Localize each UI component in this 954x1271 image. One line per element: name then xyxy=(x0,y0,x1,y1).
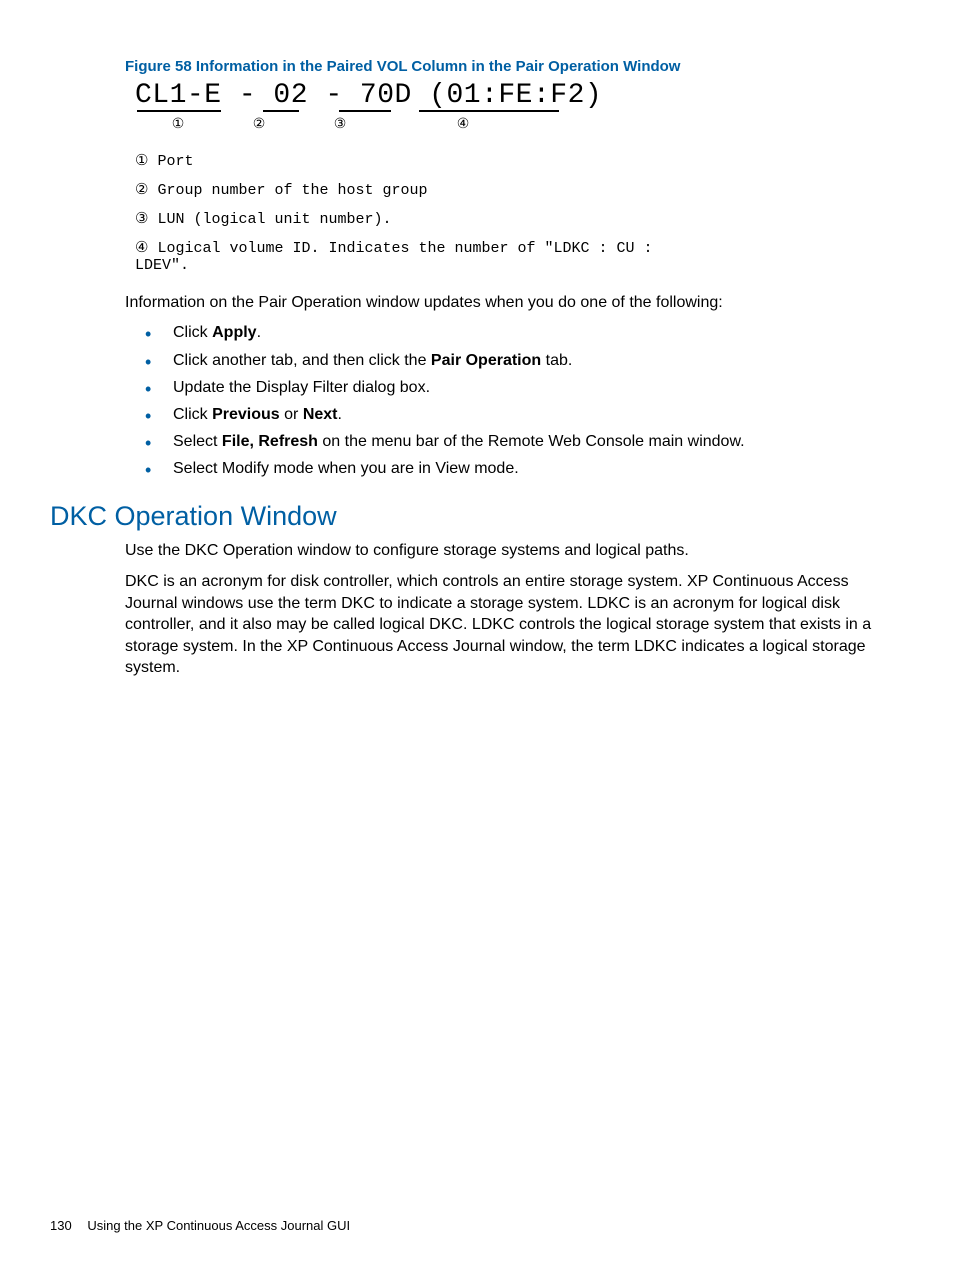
legend-item: ① Port xyxy=(135,151,675,170)
legend-text: Logical volume ID. Indicates the number … xyxy=(135,240,653,274)
circled-3: ③ xyxy=(297,116,383,133)
bullet-list: Click Apply. Click another tab, and then… xyxy=(145,319,904,482)
list-item: Click another tab, and then click the Pa… xyxy=(145,347,904,374)
legend-item: ③ LUN (logical unit number). xyxy=(135,209,675,228)
list-item: Update the Display Filter dialog box. xyxy=(145,374,904,401)
legend-num: ③ xyxy=(135,211,148,228)
figure-caption: Figure 58 Information in the Paired VOL … xyxy=(125,58,904,75)
legend-item: ② Group number of the host group xyxy=(135,180,675,199)
section-heading: DKC Operation Window xyxy=(50,501,904,532)
text-bold2: Next xyxy=(303,406,338,423)
page-footer: 130 Using the XP Continuous Access Journ… xyxy=(50,1218,350,1233)
legend-num: ② xyxy=(135,182,148,199)
text-bold: Previous xyxy=(212,406,280,423)
text-post: . xyxy=(338,406,342,423)
text-pre: Click xyxy=(173,324,212,341)
text-pre: Update the Display Filter dialog box. xyxy=(173,379,430,396)
list-item: Click Apply. xyxy=(145,319,904,346)
text-mid: tab. xyxy=(541,352,572,369)
legend-text: LUN (logical unit number). xyxy=(157,211,391,228)
legend-text: Group number of the host group xyxy=(157,182,427,199)
figure-main-string: CL1-E - 02 - 70D (01:FE:F2) xyxy=(135,81,675,112)
text-mid: or xyxy=(280,406,303,423)
text-mid: on the menu bar of the Remote Web Consol… xyxy=(318,433,745,450)
page-number: 130 xyxy=(50,1218,72,1233)
list-item: Select Modify mode when you are in View … xyxy=(145,455,904,482)
circled-2: ② xyxy=(221,116,297,133)
text-pre: Select Modify mode when you are in View … xyxy=(173,460,519,477)
figure-legend: ① Port ② Group number of the host group … xyxy=(135,151,675,274)
legend-text: Port xyxy=(157,153,193,170)
circled-4: ④ xyxy=(383,116,543,133)
text-bold: Apply xyxy=(212,324,256,341)
figure-image: CL1-E - 02 - 70D (01:FE:F2) ① ② ③ ④ ① Po… xyxy=(135,81,675,274)
intro-sentence: Information on the Pair Operation window… xyxy=(125,292,904,314)
text-pre: Click another tab, and then click the xyxy=(173,352,431,369)
text-pre: Click xyxy=(173,406,212,423)
circled-1: ① xyxy=(135,116,221,133)
legend-item: ④ Logical volume ID. Indicates the numbe… xyxy=(135,238,675,274)
text-mid: . xyxy=(257,324,261,341)
legend-num: ④ xyxy=(135,240,148,257)
section-para2: DKC is an acronym for disk controller, w… xyxy=(125,571,904,679)
section-para1: Use the DKC Operation window to configur… xyxy=(125,540,904,562)
legend-num: ① xyxy=(135,153,148,170)
figure-circled-row: ① ② ③ ④ xyxy=(135,116,675,133)
chapter-title: Using the XP Continuous Access Journal G… xyxy=(87,1218,350,1233)
text-bold: Pair Operation xyxy=(431,352,541,369)
text-pre: Select xyxy=(173,433,222,450)
page-container: Figure 58 Information in the Paired VOL … xyxy=(0,0,954,1271)
list-item: Select File, Refresh on the menu bar of … xyxy=(145,428,904,455)
list-item: Click Previous or Next. xyxy=(145,401,904,428)
text-bold: File, Refresh xyxy=(222,433,318,450)
